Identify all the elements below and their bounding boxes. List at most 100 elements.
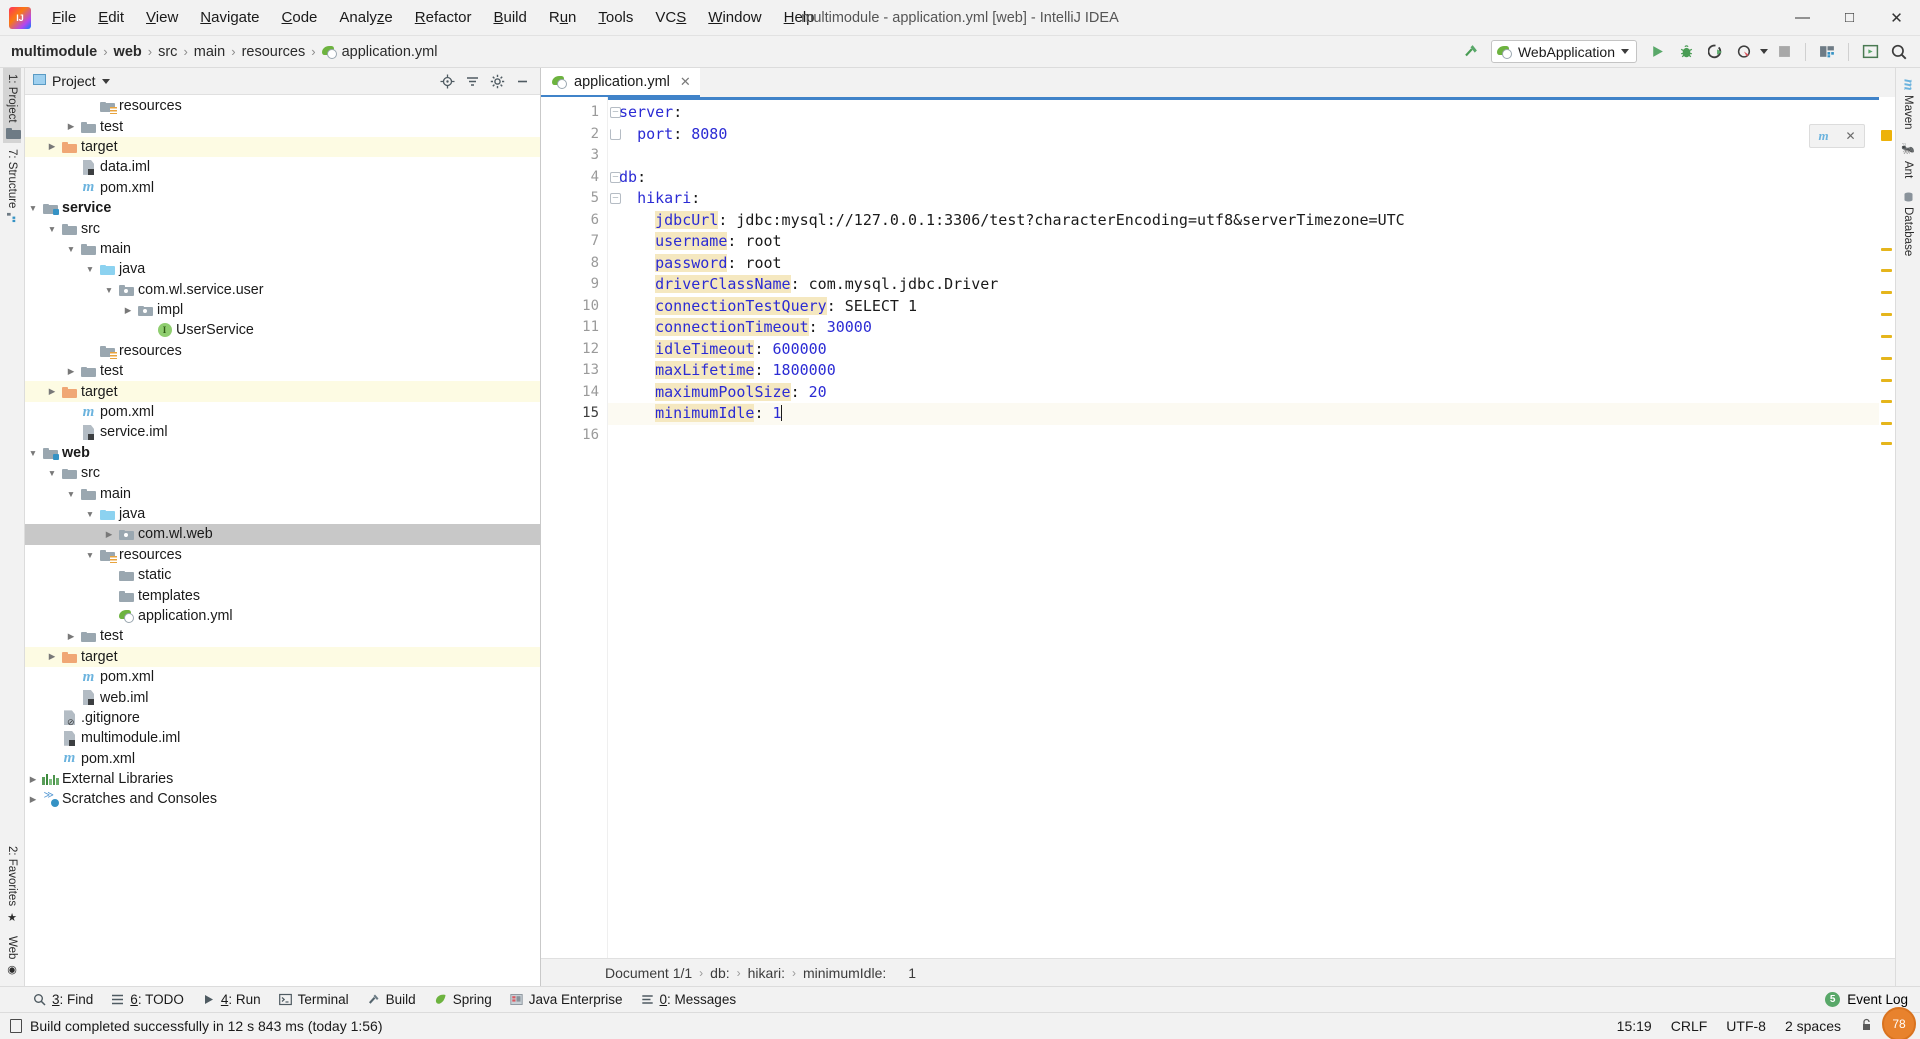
chevron-right-icon[interactable]: ▶ [120, 305, 136, 316]
tool-window-todo[interactable]: 6: TODO [106, 990, 197, 1009]
tree-row-web-iml[interactable]: web.iml [25, 687, 540, 707]
line-number-9[interactable]: 9 [541, 274, 607, 296]
warning-marker-6[interactable] [1881, 357, 1892, 360]
rail-button-ant[interactable]: 🐜 Ant [1899, 136, 1918, 185]
breadcrumb-web[interactable]: web [109, 42, 147, 62]
tree-row-web[interactable]: ▼ web [25, 443, 540, 463]
warning-marker-3[interactable] [1881, 291, 1892, 294]
line-number-5[interactable]: 5– [541, 188, 621, 210]
tree-row-static[interactable]: static [25, 565, 540, 585]
profiler-icon[interactable] [1731, 40, 1757, 64]
tree-row-java[interactable]: ▼ java [25, 259, 540, 279]
chevron-down-icon[interactable]: ▼ [101, 285, 117, 295]
run-coverage-icon[interactable] [1702, 40, 1728, 64]
code-line-11[interactable]: connectionTimeout: 30000 [608, 317, 1879, 339]
update-app-icon[interactable] [1857, 40, 1883, 64]
line-number-14[interactable]: 14 [541, 382, 607, 404]
menu-run[interactable]: Run [538, 4, 588, 31]
file-encoding[interactable]: UTF-8 [1726, 1018, 1766, 1034]
menu-code[interactable]: Code [271, 4, 329, 31]
chevron-down-icon[interactable]: ▼ [63, 244, 79, 254]
project-panel-title[interactable]: Project [33, 73, 110, 89]
code-line-8[interactable]: password: root [608, 253, 1879, 275]
tree-row-data-iml[interactable]: data.iml [25, 157, 540, 177]
rail-button-web[interactable]: Web ◉ [3, 930, 22, 982]
code-line-9[interactable]: driverClassName: com.mysql.jdbc.Driver [608, 274, 1879, 296]
tree-row-service[interactable]: ▼ service [25, 198, 540, 218]
tree-row-scratches-and-consoles[interactable]: ▶ Scratches and Consoles [25, 789, 540, 809]
line-number-4[interactable]: 4– [541, 167, 621, 189]
hide-icon[interactable] [510, 70, 534, 92]
chevron-down-icon[interactable]: ▼ [63, 489, 79, 499]
chevron-down-icon[interactable]: ▼ [44, 224, 60, 234]
caret-position[interactable]: 15:19 [1617, 1018, 1652, 1034]
menu-edit[interactable]: Edit [87, 4, 135, 31]
breadcrumb-main[interactable]: main [189, 42, 230, 62]
warning-marker-2[interactable] [1881, 269, 1892, 272]
menu-analyze[interactable]: Analyze [328, 4, 403, 31]
breadcrumb-multimodule[interactable]: multimodule [6, 42, 102, 62]
chevron-down-icon-2[interactable] [1760, 49, 1768, 54]
project-file-tree[interactable]: resources ▶ test ▶ target data.iml m pom.xml ▼ se… [25, 95, 540, 986]
chevron-right-icon[interactable]: ▶ [44, 141, 60, 152]
line-number-13[interactable]: 13 [541, 360, 607, 382]
editor-code[interactable]: server: port: 8080 db: hikari: jdbcUrl: … [607, 97, 1879, 958]
inspection-summary-marker[interactable] [1881, 130, 1892, 141]
menu-refactor[interactable]: Refactor [404, 4, 483, 31]
tree-row-resources[interactable]: resources [25, 341, 540, 361]
code-line-2[interactable]: port: 8080 [608, 124, 1879, 146]
breadcrumb-hikari[interactable]: hikari: [748, 965, 785, 981]
chevron-down-icon[interactable]: ▼ [82, 550, 98, 560]
editor-warning-markers[interactable] [1879, 97, 1895, 958]
tool-window-run[interactable]: 4: Run [197, 990, 274, 1009]
tree-row--gitignore[interactable]: .gitignore [25, 708, 540, 729]
menu-navigate[interactable]: Navigate [189, 4, 270, 31]
tree-row-test[interactable]: ▶ test [25, 361, 540, 381]
tool-window-messages[interactable]: 0: Messages [636, 990, 750, 1009]
indent-setting[interactable]: 2 spaces [1785, 1018, 1841, 1034]
warning-marker-1[interactable] [1881, 248, 1892, 251]
menu-build[interactable]: Build [482, 4, 537, 31]
close-button[interactable]: ✕ [1873, 0, 1920, 35]
rail-button-favorites[interactable]: 2: Favorites ★ [3, 840, 22, 929]
tool-window-build[interactable]: Build [362, 990, 429, 1009]
tree-row-target[interactable]: ▶ target [25, 381, 540, 402]
menu-view[interactable]: View [135, 4, 189, 31]
chevron-down-icon[interactable]: ▼ [44, 468, 60, 478]
breadcrumb-document[interactable]: Document 1/1 [605, 965, 692, 981]
close-icon[interactable]: ✕ [1845, 129, 1855, 143]
minimize-button[interactable]: — [1779, 0, 1826, 35]
breadcrumb-resources[interactable]: resources [237, 42, 311, 62]
code-line-14[interactable]: maximumPoolSize: 20 [608, 382, 1879, 404]
warning-marker-4[interactable] [1881, 313, 1892, 316]
tree-row-com-wl-service-user[interactable]: ▼ com.wl.service.user [25, 280, 540, 300]
tree-row-test[interactable]: ▶ test [25, 116, 540, 136]
menu-file[interactable]: File [41, 4, 87, 31]
tree-row-test[interactable]: ▶ test [25, 626, 540, 646]
tree-row-resources[interactable]: ▼ resources [25, 545, 540, 565]
chevron-right-icon[interactable]: ▶ [101, 529, 117, 540]
chevron-down-icon[interactable]: ▼ [25, 203, 41, 213]
collapse-all-icon[interactable] [460, 70, 484, 92]
code-line-10[interactable]: connectionTestQuery: SELECT 1 [608, 296, 1879, 318]
tree-row-multimodule-iml[interactable]: multimodule.iml [25, 728, 540, 748]
line-number-15[interactable]: 15 [541, 403, 621, 425]
chevron-right-icon[interactable]: ▶ [25, 794, 41, 805]
rail-button-maven[interactable]: m Maven [1897, 72, 1920, 136]
tree-row-impl[interactable]: ▶ impl [25, 300, 540, 320]
chevron-down-icon[interactable]: ▼ [82, 264, 98, 274]
tree-row-pom-xml[interactable]: m pom.xml [25, 402, 540, 422]
line-number-7[interactable]: 7 [541, 231, 607, 253]
tree-row-pom-xml[interactable]: m pom.xml [25, 749, 540, 769]
chevron-right-icon[interactable]: ▶ [44, 386, 60, 397]
run-icon[interactable] [1644, 40, 1670, 64]
chevron-down-icon[interactable] [101, 78, 110, 84]
menu-window[interactable]: Window [697, 4, 772, 31]
code-line-12[interactable]: idleTimeout: 600000 [608, 339, 1879, 361]
hammer-build-icon[interactable] [1458, 40, 1484, 64]
code-line-1[interactable]: server: [608, 102, 1879, 124]
chevron-right-icon[interactable]: ▶ [44, 651, 60, 662]
tree-row-main[interactable]: ▼ main [25, 239, 540, 259]
rail-button-database[interactable]: Database [1899, 185, 1917, 263]
tool-window-find[interactable]: 3: Find [28, 990, 106, 1009]
